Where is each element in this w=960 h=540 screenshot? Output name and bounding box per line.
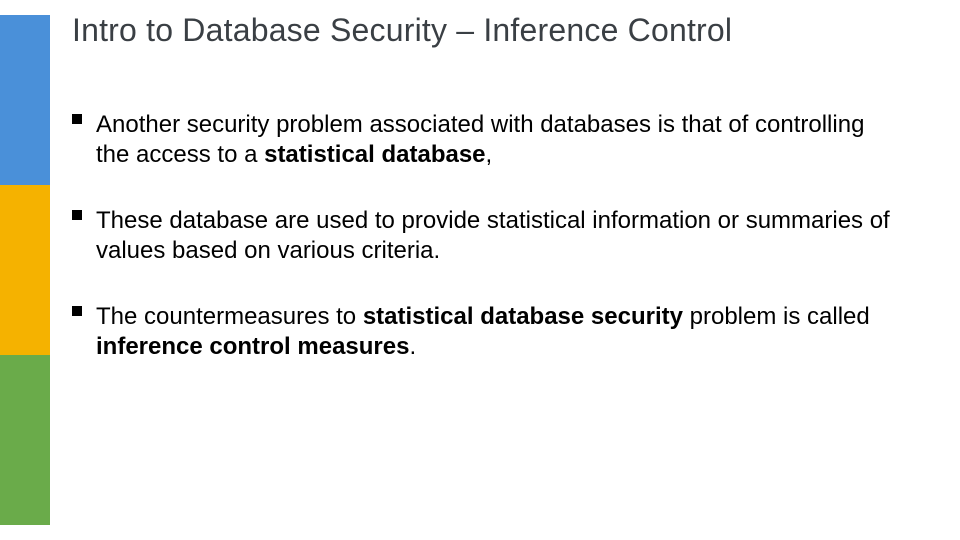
bullet-3-bold-2: inference control measures [96,333,409,360]
bullet-1: Another security problem associated with… [72,110,902,170]
sidebar-stripe [0,0,50,540]
bullet-marker-icon [72,114,82,124]
slide-title: Intro to Database Security – Inference C… [72,12,732,49]
bullet-3-text-pre: The countermeasures to [96,303,363,330]
sidebar-gap-bot [0,525,50,540]
bullet-3-text-post: . [409,333,416,360]
bullet-1-bold: statistical database [264,141,485,168]
bullet-2: These database are used to provide stati… [72,206,902,266]
bullet-marker-icon [72,210,82,220]
bullet-marker-icon [72,306,82,316]
sidebar-blue [0,15,50,185]
bullet-3-bold-1: statistical database security [363,303,683,330]
slide: Intro to Database Security – Inference C… [0,0,960,540]
slide-content: Another security problem associated with… [72,110,902,398]
sidebar-yellow [0,185,50,355]
bullet-2-text: These database are used to provide stati… [96,207,890,264]
bullet-3-text-mid: problem is called [683,303,870,330]
sidebar-green [0,355,50,525]
sidebar-gap-top [0,0,50,15]
bullet-1-text-post: , [486,141,493,168]
bullet-3: The countermeasures to statistical datab… [72,302,902,362]
